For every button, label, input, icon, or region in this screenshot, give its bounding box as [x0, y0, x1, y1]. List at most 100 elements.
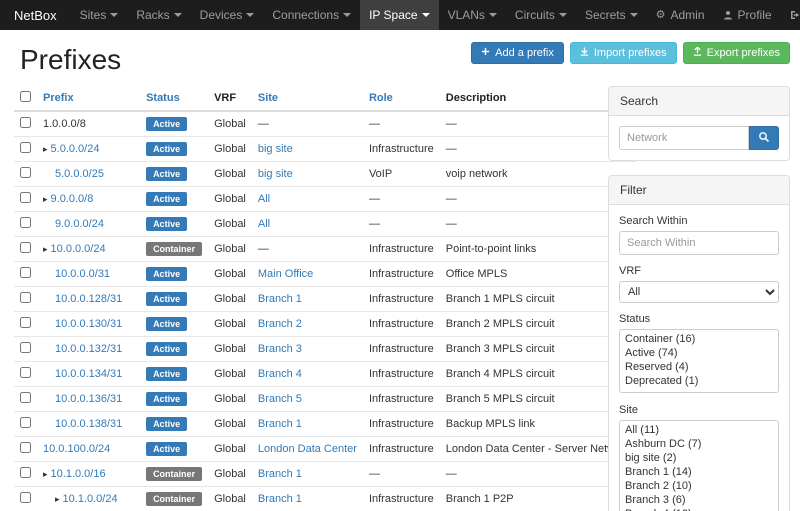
row-checkbox[interactable]: [20, 292, 31, 303]
import-prefixes-button[interactable]: Import prefixes: [570, 42, 677, 64]
filter-option[interactable]: Container (16): [622, 332, 776, 346]
site-link[interactable]: All: [258, 218, 270, 230]
prefix-link[interactable]: 10.0.0.0/31: [55, 268, 110, 280]
table-row: ▸9.0.0.0/8ActiveGlobalAll——: [14, 187, 636, 212]
role-cell: —: [363, 212, 440, 237]
prefix-link[interactable]: 10.0.0.136/31: [55, 393, 122, 405]
prefix-cell: 5.0.0.0/25: [37, 162, 140, 187]
prefix-link[interactable]: 5.0.0.0/24: [51, 143, 100, 155]
prefix-link[interactable]: 10.1.0.0/24: [63, 493, 118, 505]
table-row: ▸10.1.0.0/16ContainerGlobalBranch 1——: [14, 462, 636, 487]
search-button[interactable]: [749, 126, 779, 150]
row-checkbox[interactable]: [20, 217, 31, 228]
filter-option[interactable]: Reserved (4): [622, 360, 776, 374]
status-cell: Active: [140, 111, 208, 137]
role-cell: Infrastructure: [363, 362, 440, 387]
add-prefix-button[interactable]: Add a prefix: [471, 42, 564, 64]
prefix-link[interactable]: 9.0.0.0/24: [55, 218, 104, 230]
table-row: 10.0.0.136/31ActiveGlobalBranch 5Infrast…: [14, 387, 636, 412]
filter-option[interactable]: Ashburn DC (7): [622, 437, 776, 451]
prefix-link[interactable]: 9.0.0.0/8: [51, 193, 94, 205]
logout-menu-item[interactable]: Log out: [781, 0, 800, 30]
prefix-link[interactable]: 10.0.0.132/31: [55, 343, 122, 355]
row-checkbox[interactable]: [20, 167, 31, 178]
row-checkbox[interactable]: [20, 117, 31, 128]
site-link[interactable]: big site: [258, 143, 293, 155]
site-link[interactable]: Branch 1: [258, 468, 302, 480]
row-checkbox[interactable]: [20, 417, 31, 428]
site-link[interactable]: Branch 2: [258, 318, 302, 330]
prefix-link[interactable]: 10.0.0.130/31: [55, 318, 122, 330]
filter-option[interactable]: Active (74): [622, 346, 776, 360]
prefix-link[interactable]: 10.0.0.134/31: [55, 368, 122, 380]
row-checkbox[interactable]: [20, 242, 31, 253]
column-header-description: Description: [440, 86, 637, 111]
site-link[interactable]: Branch 1: [258, 493, 302, 505]
vrf-cell: Global: [208, 312, 252, 337]
vrf-cell: Global: [208, 362, 252, 387]
role-cell: Infrastructure: [363, 312, 440, 337]
filter-option[interactable]: Branch 4 (12): [622, 507, 776, 511]
row-checkbox[interactable]: [20, 492, 31, 503]
row-checkbox[interactable]: [20, 392, 31, 403]
filter-option[interactable]: big site (2): [622, 451, 776, 465]
row-checkbox[interactable]: [20, 142, 31, 153]
row-checkbox[interactable]: [20, 342, 31, 353]
row-checkbox[interactable]: [20, 467, 31, 478]
nav-item-devices[interactable]: Devices: [191, 0, 264, 30]
prefix-link[interactable]: 10.1.0.0/16: [51, 468, 106, 480]
nav-item-racks[interactable]: Racks: [127, 0, 190, 30]
profile-menu-item[interactable]: Profile: [714, 0, 781, 30]
row-checkbox[interactable]: [20, 367, 31, 378]
status-filter-select[interactable]: Container (16)Active (74)Reserved (4)Dep…: [619, 329, 779, 393]
site-cell: big site: [252, 162, 363, 187]
site-link[interactable]: Main Office: [258, 268, 313, 280]
site-filter-select[interactable]: All (11)Ashburn DC (7)big site (2)Branch…: [619, 420, 779, 511]
prefix-link[interactable]: 10.0.100.0/24: [43, 443, 110, 455]
brand-logo[interactable]: NetBox: [0, 0, 71, 30]
prefix-link[interactable]: 10.0.0.128/31: [55, 293, 122, 305]
filter-option[interactable]: Deprecated (1): [622, 374, 776, 388]
site-link[interactable]: big site: [258, 168, 293, 180]
site-cell: Branch 4: [252, 362, 363, 387]
site-cell: Branch 2: [252, 312, 363, 337]
nav-item-vlans[interactable]: VLANs: [439, 0, 506, 30]
search-within-input[interactable]: [619, 231, 779, 255]
column-header-status: Status: [140, 86, 208, 111]
row-checkbox[interactable]: [20, 442, 31, 453]
row-checkbox[interactable]: [20, 267, 31, 278]
prefix-link[interactable]: 10.0.0.138/31: [55, 418, 122, 430]
site-link[interactable]: Branch 5: [258, 393, 302, 405]
filter-option[interactable]: Branch 1 (14): [622, 465, 776, 479]
row-checkbox[interactable]: [20, 192, 31, 203]
site-link[interactable]: Branch 1: [258, 293, 302, 305]
site-link[interactable]: All: [258, 193, 270, 205]
nav-item-ip-space[interactable]: IP Space: [360, 0, 438, 30]
status-cell: Container: [140, 462, 208, 487]
nav-item-sites[interactable]: Sites: [71, 0, 128, 30]
column-sort-link[interactable]: Prefix: [43, 92, 74, 104]
nav-item-circuits[interactable]: Circuits: [506, 0, 576, 30]
prefix-link[interactable]: 5.0.0.0/25: [55, 168, 104, 180]
column-sort-link[interactable]: Role: [369, 92, 393, 104]
site-link[interactable]: Branch 4: [258, 368, 302, 380]
search-input[interactable]: [619, 126, 749, 150]
vrf-filter-select[interactable]: All: [619, 281, 779, 303]
export-prefixes-button[interactable]: Export prefixes: [683, 42, 790, 64]
site-link[interactable]: Branch 1: [258, 418, 302, 430]
column-sort-link[interactable]: Site: [258, 92, 278, 104]
prefix-link[interactable]: 10.0.0.0/24: [51, 243, 106, 255]
status-cell: Active: [140, 187, 208, 212]
row-checkbox[interactable]: [20, 317, 31, 328]
site-link[interactable]: Branch 3: [258, 343, 302, 355]
filter-option[interactable]: Branch 3 (6): [622, 493, 776, 507]
nav-item-connections[interactable]: Connections: [263, 0, 360, 30]
description-cell: —: [440, 111, 637, 137]
select-all-checkbox[interactable]: [20, 91, 31, 102]
filter-option[interactable]: All (11): [622, 423, 776, 437]
site-link[interactable]: London Data Center: [258, 443, 357, 455]
filter-option[interactable]: Branch 2 (10): [622, 479, 776, 493]
nav-item-secrets[interactable]: Secrets: [576, 0, 647, 30]
admin-menu-item[interactable]: ⚙ Admin: [647, 0, 714, 30]
column-sort-link[interactable]: Status: [146, 92, 180, 104]
